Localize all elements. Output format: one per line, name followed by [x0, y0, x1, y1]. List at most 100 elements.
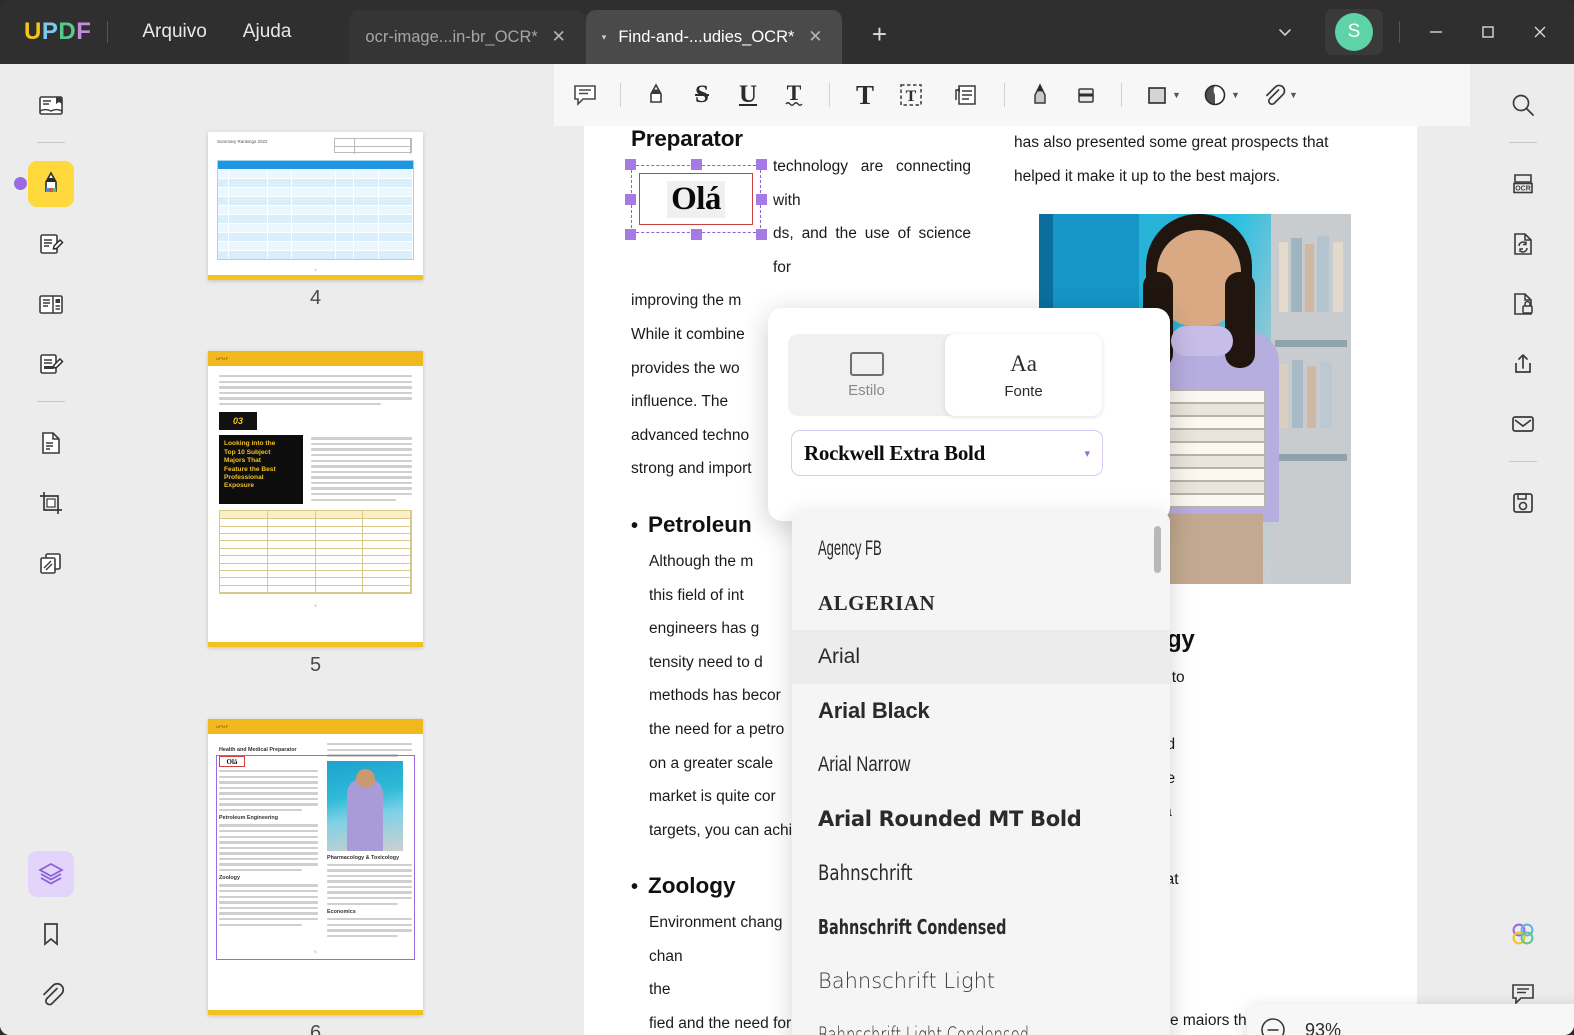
- resize-handle-nw[interactable]: [625, 159, 636, 170]
- email-button[interactable]: [1500, 401, 1546, 447]
- sidebar-item-attachments[interactable]: [28, 971, 74, 1017]
- font-option-bahnschrift-condensed[interactable]: Bahnschrift Condensed: [792, 900, 1170, 954]
- new-tab-button[interactable]: +: [864, 19, 894, 50]
- thumbnail-page-6[interactable]: UPDF Health and Medical Preparator Olá P…: [208, 719, 423, 1035]
- pencil-button[interactable]: [1017, 73, 1063, 117]
- minimize-button[interactable]: [1410, 0, 1462, 64]
- selection-inner-frame: Olá: [639, 173, 753, 225]
- chevron-down-icon[interactable]: ▼: [1289, 90, 1298, 100]
- font-family-select[interactable]: Rockwell Extra Bold ▾: [791, 430, 1103, 476]
- document-heading: Preparator: [631, 126, 743, 151]
- zoom-out-button[interactable]: [1247, 1004, 1299, 1035]
- resize-handle-sw[interactable]: [625, 229, 636, 240]
- underline-button[interactable]: U: [725, 73, 771, 117]
- thumbnail-panel[interactable]: Summary Rankings 2022 4 4 UPDF 03 Lookin…: [102, 64, 554, 1035]
- logo-letter-d: D: [58, 18, 77, 45]
- resize-handle-se[interactable]: [756, 229, 767, 240]
- sidebar-item-thumbnails[interactable]: [28, 851, 74, 897]
- text-button[interactable]: T: [842, 73, 888, 117]
- font-option-bahnschrift[interactable]: Bahnschrift: [792, 846, 1170, 900]
- page-layout-icon: [37, 290, 65, 318]
- sidebar-item-crop[interactable]: [28, 480, 74, 526]
- updf-logo: U P D F: [24, 18, 91, 46]
- highlight-button[interactable]: [633, 73, 679, 117]
- ocr-button[interactable]: OCR: [1500, 161, 1546, 207]
- text-callout-button[interactable]: [934, 73, 992, 117]
- thumbnail-page-4[interactable]: Summary Rankings 2022 4 4: [208, 132, 423, 310]
- resize-handle-ne[interactable]: [756, 159, 767, 170]
- maximize-button[interactable]: [1462, 0, 1514, 64]
- rail-active-marker: [14, 177, 27, 190]
- font-option-arial-narrow[interactable]: Arial Narrow: [792, 738, 1170, 792]
- sidebar-item-convert[interactable]: [28, 420, 74, 466]
- resize-handle-s[interactable]: [691, 229, 702, 240]
- font-option-agency-fb[interactable]: Agency FB: [792, 522, 1170, 576]
- tab-close-icon[interactable]: ✕: [804, 27, 826, 47]
- tab-list-chevron-icon[interactable]: [1275, 22, 1319, 42]
- updf-ai-button[interactable]: [1500, 911, 1546, 957]
- chevron-down-icon[interactable]: ▼: [1172, 90, 1181, 100]
- tab-ocr-image[interactable]: ocr-image...in-br_OCR* ✕: [349, 10, 586, 64]
- font-family-dropdown[interactable]: Agency FB ALGERIAN Arial Arial Black Ari…: [792, 512, 1170, 1035]
- share-icon: [1509, 350, 1537, 378]
- chevron-down-icon[interactable]: ▾: [1084, 447, 1090, 460]
- reader-icon: [37, 91, 65, 119]
- squiggly-underline-button[interactable]: T: [771, 73, 817, 117]
- font-option-arial-black[interactable]: Arial Black: [792, 684, 1170, 738]
- font-option-bahnschrift-light-condensed[interactable]: Bahnschrift Light Condensed: [792, 1008, 1170, 1035]
- menu-arquivo[interactable]: Arquivo: [124, 15, 224, 49]
- eraser-button[interactable]: [1063, 73, 1109, 117]
- tab-fonte[interactable]: Aa Fonte: [945, 334, 1102, 416]
- thumbnail-page-5[interactable]: UPDF 03 Looking into the Top 10 Subject …: [208, 351, 423, 677]
- rail-divider: [37, 142, 65, 143]
- font-option-arial[interactable]: Arial: [792, 630, 1170, 684]
- close-button[interactable]: [1514, 0, 1566, 64]
- sidebar-item-organize-pages[interactable]: [28, 281, 74, 327]
- sidebar-item-fill-and-sign[interactable]: [28, 341, 74, 387]
- search-button[interactable]: [1500, 82, 1546, 128]
- thumb-folio: 5: [314, 603, 317, 609]
- underline-icon: U: [738, 81, 758, 108]
- section-title: Petroleun: [648, 511, 752, 537]
- dropdown-scrollbar-thumb[interactable]: [1154, 526, 1161, 573]
- shapes-button[interactable]: ▼: [1134, 73, 1192, 117]
- font-option-arial-rounded-mt-bold[interactable]: Arial Rounded MT Bold: [792, 792, 1170, 846]
- tab-close-icon[interactable]: ✕: [548, 27, 570, 47]
- bullet-icon: •: [631, 514, 639, 537]
- tab-label: Find-and-...udies_OCR*: [618, 27, 795, 46]
- attachment-button[interactable]: ▼: [1250, 73, 1308, 117]
- sidebar-item-edit-pdf[interactable]: [28, 221, 74, 267]
- text-selection-box[interactable]: Olá: [625, 159, 767, 240]
- strikethrough-icon: S: [695, 81, 709, 108]
- text-box-button[interactable]: T: [888, 73, 934, 117]
- account-button[interactable]: S: [1325, 9, 1383, 55]
- tab-estilo[interactable]: Estilo: [788, 334, 945, 416]
- sidebar-item-reader[interactable]: [28, 82, 74, 128]
- tab-find-and-studies[interactable]: ▾ Find-and-...udies_OCR* ✕: [585, 10, 843, 64]
- zoom-level-value[interactable]: 93%: [1299, 1020, 1357, 1035]
- sidebar-item-compare[interactable]: [28, 540, 74, 586]
- sidebar-item-bookmarks[interactable]: [28, 911, 74, 957]
- save-button[interactable]: [1500, 480, 1546, 526]
- protect-button[interactable]: [1500, 281, 1546, 327]
- font-option-algerian[interactable]: ALGERIAN: [792, 576, 1170, 630]
- resize-handle-n[interactable]: [691, 159, 702, 170]
- share-button[interactable]: [1500, 341, 1546, 387]
- convert-file-button[interactable]: [1500, 221, 1546, 267]
- right-rail-divider: [1509, 142, 1537, 143]
- font-option-bahnschrift-light[interactable]: Bahnschrift Light: [792, 954, 1170, 1008]
- pencil-icon: [1027, 82, 1053, 108]
- titlebar-right-controls: S: [1275, 0, 1574, 64]
- sticky-note-button[interactable]: [562, 73, 608, 117]
- resize-handle-w[interactable]: [625, 194, 636, 205]
- stamp-button[interactable]: ▼: [1192, 73, 1250, 117]
- resize-handle-e[interactable]: [756, 194, 767, 205]
- chevron-down-icon[interactable]: ▼: [1231, 90, 1240, 100]
- font-properties-panel[interactable]: Estilo Aa Fonte Rockwell Extra Bold ▾: [768, 308, 1170, 521]
- sticky-note-icon: [572, 82, 598, 108]
- menu-ajuda[interactable]: Ajuda: [225, 15, 310, 49]
- sidebar-item-comment[interactable]: [28, 161, 74, 207]
- headline-line: Top 10 Subject: [224, 448, 271, 456]
- chevron-down-icon[interactable]: ▾: [602, 32, 607, 43]
- strikethrough-button[interactable]: S: [679, 73, 725, 117]
